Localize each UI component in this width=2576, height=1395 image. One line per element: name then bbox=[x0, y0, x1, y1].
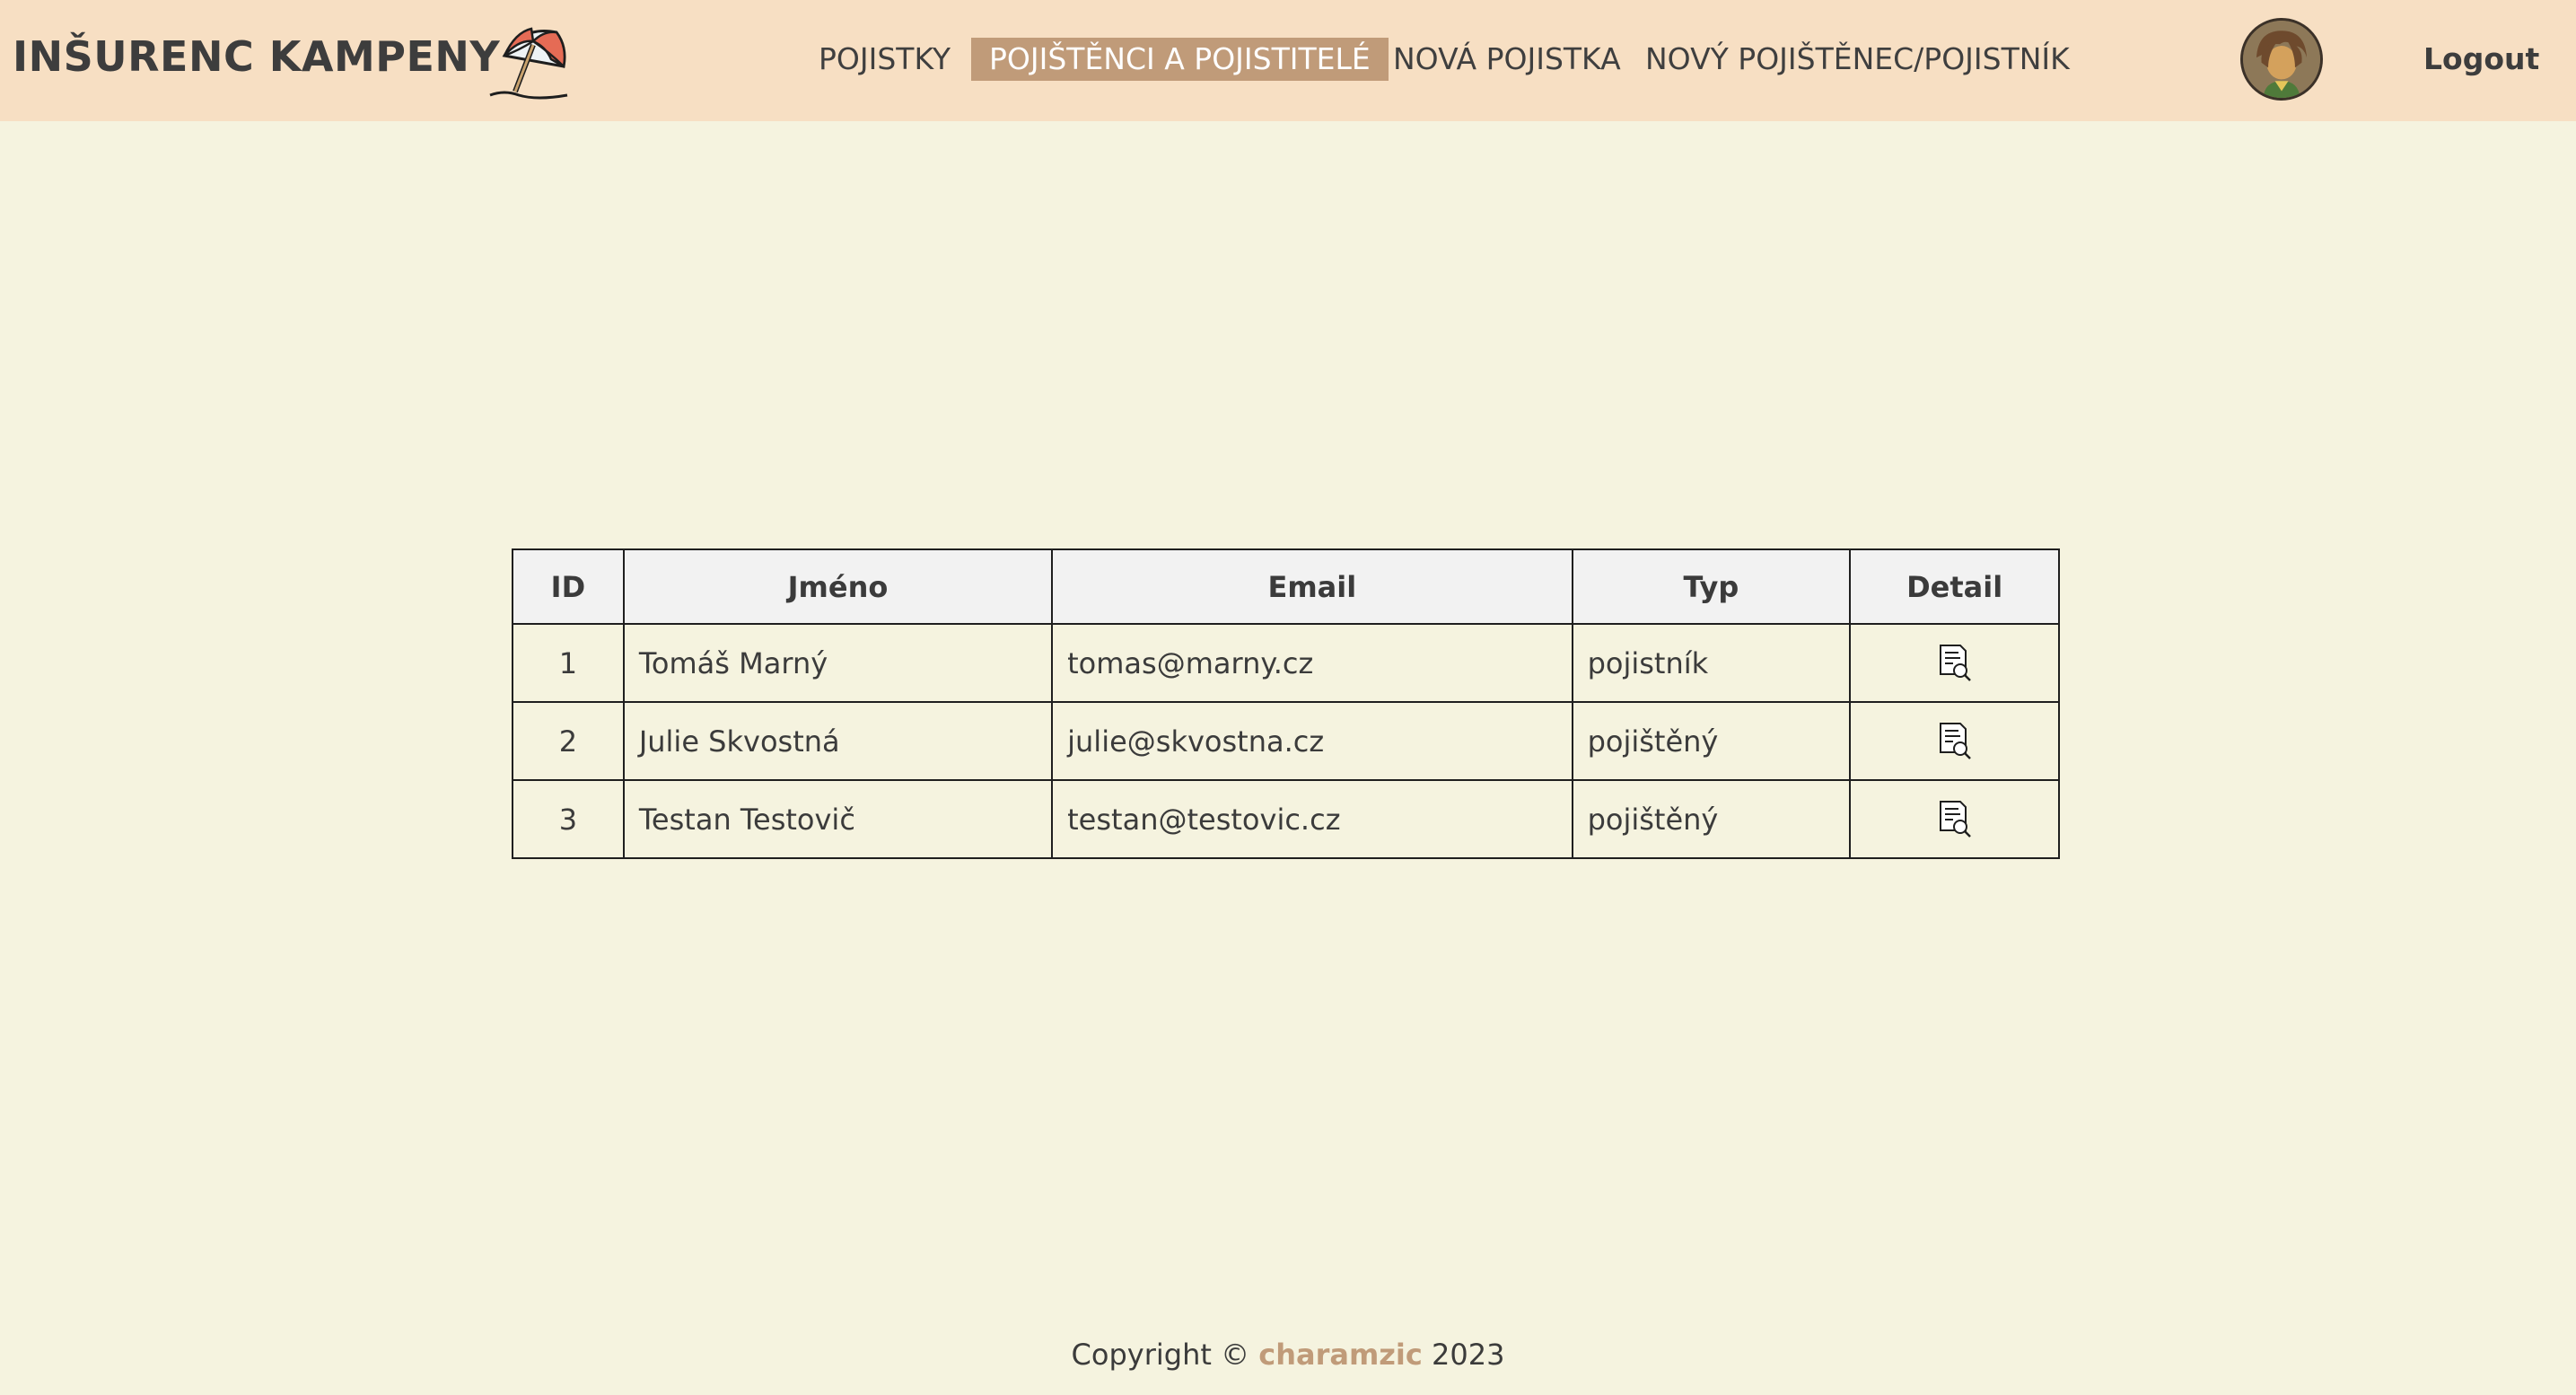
cell-email: julie@skvostna.cz bbox=[1051, 701, 1573, 781]
copyright-year: 2023 bbox=[1432, 1338, 1505, 1372]
nav-item-novy-pojistenec[interactable]: NOVÝ POJIŠTĚNEC/POJISTNÍK bbox=[1645, 38, 2070, 81]
persons-table-container: ID Jméno Email Typ Detail 1 Tomáš Marný … bbox=[512, 548, 2060, 859]
logout-button[interactable]: Logout bbox=[2423, 38, 2539, 81]
column-header-id: ID bbox=[512, 548, 625, 625]
column-header-detail: Detail bbox=[1849, 548, 2060, 625]
column-header-type: Typ bbox=[1571, 548, 1852, 625]
table-row: 1 Tomáš Marný tomas@marny.cz pojistník bbox=[512, 623, 2060, 703]
user-avatar-icon[interactable] bbox=[2240, 18, 2323, 101]
column-header-email: Email bbox=[1051, 548, 1573, 625]
table-row: 3 Testan Testovič testan@testovic.cz poj… bbox=[512, 779, 2060, 859]
cell-detail bbox=[1849, 779, 2060, 859]
cell-detail bbox=[1849, 623, 2060, 703]
cell-email: tomas@marny.cz bbox=[1051, 623, 1573, 703]
document-search-icon[interactable] bbox=[1937, 644, 1973, 683]
table-header-row: ID Jméno Email Typ Detail bbox=[512, 548, 2060, 625]
column-header-name: Jméno bbox=[622, 548, 1054, 625]
copyright-prefix: Copyright © bbox=[1071, 1338, 1250, 1372]
cell-type: pojištěný bbox=[1571, 779, 1852, 859]
persons-table: ID Jméno Email Typ Detail 1 Tomáš Marný … bbox=[512, 548, 2060, 859]
cell-email: testan@testovic.cz bbox=[1051, 779, 1573, 859]
table-row: 2 Julie Skvostná julie@skvostna.cz pojiš… bbox=[512, 701, 2060, 781]
cell-name: Julie Skvostná bbox=[622, 701, 1054, 781]
main-nav: POJISTKY POJIŠTĚNCI A POJISTITELÉ NOVÁ P… bbox=[0, 0, 2576, 121]
cell-name: Testan Testovič bbox=[622, 779, 1054, 859]
nav-item-pojistky[interactable]: POJISTKY bbox=[819, 38, 951, 81]
cell-type: pojištěný bbox=[1571, 701, 1852, 781]
cell-id: 2 bbox=[512, 701, 625, 781]
top-navbar: INŠURENC KAMPENY POJISTKY POJIŠTĚNCI A P… bbox=[0, 0, 2576, 121]
cell-name: Tomáš Marný bbox=[622, 623, 1054, 703]
cell-id: 3 bbox=[512, 779, 625, 859]
nav-item-pojistenci-a-pojistitele[interactable]: POJIŠTĚNCI A POJISTITELÉ bbox=[971, 38, 1389, 81]
cell-id: 1 bbox=[512, 623, 625, 703]
cell-type: pojistník bbox=[1571, 623, 1852, 703]
author-link[interactable]: charamzic bbox=[1258, 1338, 1423, 1372]
document-search-icon[interactable] bbox=[1937, 722, 1973, 761]
nav-item-nova-pojistka[interactable]: NOVÁ POJISTKA bbox=[1393, 38, 1621, 81]
footer: Copyright © charamzic 2023 bbox=[0, 1338, 2576, 1372]
cell-detail bbox=[1849, 701, 2060, 781]
document-search-icon[interactable] bbox=[1937, 800, 1973, 839]
